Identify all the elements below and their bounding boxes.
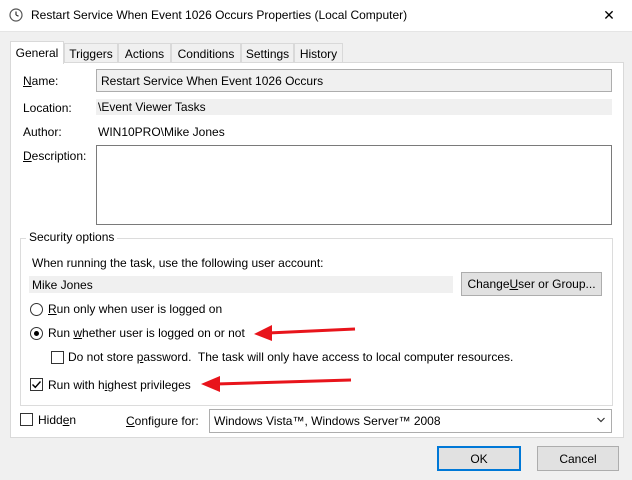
run-highest-privileges-label[interactable]: Run with highest privileges — [48, 378, 191, 392]
run-only-logged-on-label[interactable]: Run only when user is logged on — [48, 302, 222, 316]
tab-actions-label: Actions — [124, 46, 165, 61]
tab-history[interactable]: History — [294, 43, 343, 63]
tab-general-label: General — [15, 46, 59, 60]
red-arrow-icon — [254, 325, 356, 341]
tab-triggers-label: Triggers — [69, 46, 113, 61]
run-highest-privileges-checkbox[interactable] — [30, 378, 43, 391]
configure-for-label: Configure for: — [126, 414, 199, 428]
run-whether-logged-on-label[interactable]: Run whether user is logged on or not — [48, 326, 245, 340]
clock-icon — [9, 8, 23, 22]
hidden-label[interactable]: Hidden — [38, 413, 76, 427]
tab-conditions-label: Conditions — [177, 46, 235, 61]
title-bar: Restart Service When Event 1026 Occurs P… — [0, 0, 632, 32]
window-title: Restart Service When Event 1026 Occurs P… — [31, 8, 408, 22]
tab-triggers[interactable]: Triggers — [64, 43, 118, 63]
do-not-store-password-label[interactable]: Do not store password. The task will onl… — [68, 350, 513, 364]
author-label: Author: — [23, 125, 62, 139]
tab-general[interactable]: General — [10, 41, 64, 64]
author-value: WIN10PRO\Mike Jones — [98, 125, 225, 139]
account-prompt: When running the task, use the following… — [32, 256, 324, 270]
description-field[interactable] — [96, 145, 612, 225]
red-arrow-icon — [201, 376, 352, 392]
configure-for-dropdown[interactable]: Windows Vista™, Windows Server™ 2008 — [209, 409, 612, 433]
tab-settings[interactable]: Settings — [241, 43, 294, 63]
name-label: Name: — [23, 74, 59, 88]
close-button[interactable]: ✕ — [586, 0, 632, 31]
location-label: Location: — [23, 101, 72, 115]
user-account-value: Mike Jones — [29, 276, 453, 293]
tab-conditions[interactable]: Conditions — [171, 43, 241, 63]
security-options-title: Security options — [26, 230, 118, 244]
tab-actions[interactable]: Actions — [118, 43, 171, 63]
ok-button[interactable]: OK — [437, 446, 521, 471]
checkmark-icon — [32, 381, 42, 389]
location-value: \Event Viewer Tasks — [96, 99, 612, 115]
tab-history-label: History — [299, 46, 338, 61]
name-field[interactable]: Restart Service When Event 1026 Occurs — [96, 69, 612, 92]
do-not-store-password-checkbox[interactable] — [51, 351, 64, 364]
tab-settings-label: Settings — [245, 46, 290, 61]
hidden-checkbox[interactable] — [20, 413, 33, 426]
run-only-logged-on-radio[interactable] — [30, 303, 43, 316]
cancel-button[interactable]: Cancel — [537, 446, 619, 471]
chevron-down-icon — [597, 417, 605, 423]
run-whether-logged-on-radio[interactable] — [30, 327, 43, 340]
description-label: Description: — [23, 149, 87, 163]
change-user-or-group-button[interactable]: Change User or Group... — [461, 272, 602, 296]
close-icon: ✕ — [603, 7, 615, 23]
configure-for-value: Windows Vista™, Windows Server™ 2008 — [214, 414, 441, 428]
